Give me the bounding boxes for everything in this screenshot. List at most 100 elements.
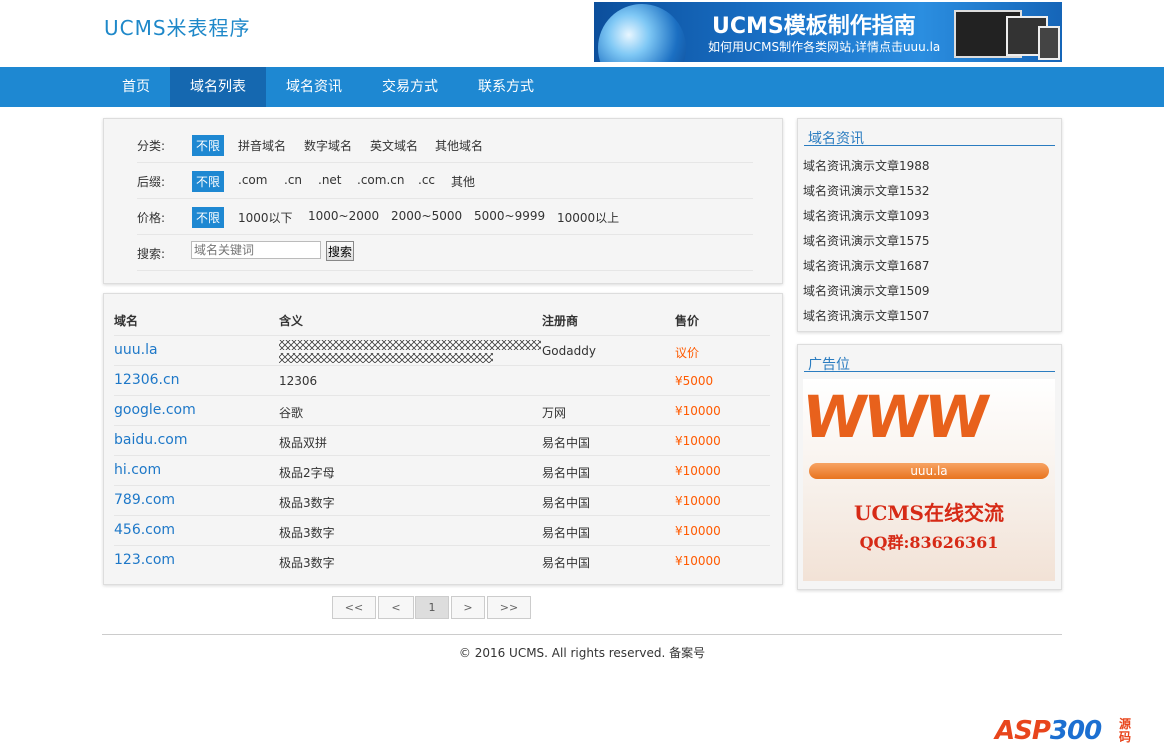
filter-price-label: 价格: (137, 211, 166, 225)
meaning: 极品双拼 (279, 436, 328, 450)
banner-subtitle: 如何用UCMS制作各类网站,详情点击uuu.la (708, 40, 941, 54)
nav-contact[interactable]: 联系方式 (458, 67, 554, 107)
registrar: 易名中国 (542, 556, 591, 570)
filter-category-pinyin[interactable]: 拼音域名 (238, 135, 286, 156)
ad-www: WWW (803, 383, 991, 451)
table-row: hi.com 极品2字母 易名中国 ¥10000 (114, 455, 770, 486)
filter-category-row: 分类: 不限 拼音域名 数字域名 英文域名 其他域名 (137, 127, 753, 163)
filter-category-any[interactable]: 不限 (192, 135, 225, 156)
price: ¥10000 (675, 494, 721, 508)
meaning: 极品3数字 (279, 526, 335, 540)
news-item[interactable]: 域名资讯演示文章1507 (803, 307, 930, 324)
watermark-asp: ASP (995, 716, 1051, 746)
news-item[interactable]: 域名资讯演示文章1532 (803, 182, 930, 199)
table-row: 789.com 极品3数字 易名中国 ¥10000 (114, 485, 770, 516)
ad-url: uuu.la (809, 463, 1049, 479)
nav-trade[interactable]: 交易方式 (362, 67, 458, 107)
filter-search-label: 搜索: (137, 247, 166, 261)
footer: © 2016 UCMS. All rights reserved. 备案号 (458, 646, 706, 660)
domain-link[interactable]: hi.com (114, 462, 161, 478)
pagination: << < 1 > >> (332, 596, 532, 619)
filter-price-1000-2000[interactable]: 1000~2000 (308, 207, 379, 225)
search-button[interactable]: 搜索 (326, 241, 354, 261)
filter-category-number[interactable]: 数字域名 (304, 135, 352, 156)
site-logo[interactable]: UCMS米表程序 (104, 12, 251, 41)
header: UCMS米表程序 UCMS模板制作指南 如何用UCMS制作各类网站,详情点击uu… (0, 0, 1164, 67)
registrar: 万网 (542, 406, 567, 420)
search-input[interactable] (191, 241, 321, 259)
table-row: baidu.com 极品双拼 易名中国 ¥10000 (114, 425, 770, 456)
ad-banner[interactable]: WWW uuu.la UCMS在线交流 QQ群:83626361 (803, 379, 1055, 581)
filter-price-2000-5000[interactable]: 2000~5000 (391, 207, 462, 225)
filter-suffix-cn[interactable]: .cn (284, 171, 302, 189)
header-banner[interactable]: UCMS模板制作指南 如何用UCMS制作各类网站,详情点击uuu.la (594, 2, 1062, 62)
filter-category-other[interactable]: 其他域名 (435, 135, 483, 156)
filter-suffix-row: 后缀: 不限 .com .cn .net .com.cn .cc 其他 (137, 163, 753, 199)
divider (804, 371, 1055, 372)
table-row: 123.com 极品3数字 易名中国 ¥10000 (114, 545, 770, 576)
registrar: 易名中国 (542, 436, 591, 450)
meaning: 12306 (279, 374, 318, 388)
registrar: Godaddy (542, 344, 596, 358)
banner-title: UCMS模板制作指南 (712, 14, 916, 39)
filter-suffix-label: 后缀: (137, 175, 166, 189)
price: ¥10000 (675, 554, 721, 568)
page-last-button[interactable]: >> (487, 596, 531, 619)
phone-icon (1038, 26, 1060, 60)
filter-suffix-comcn[interactable]: .com.cn (357, 171, 404, 189)
meaning: 极品3数字 (279, 496, 335, 510)
domain-link[interactable]: 456.com (114, 522, 175, 538)
registrar: 易名中国 (542, 466, 591, 480)
filter-price-5000-9999[interactable]: 5000~9999 (474, 207, 545, 225)
page-first-button[interactable]: << (332, 596, 376, 619)
domain-link[interactable]: 789.com (114, 492, 175, 508)
garbled-text-icon (279, 340, 541, 363)
col-registrar: 注册商 (542, 314, 579, 328)
filter-category-english[interactable]: 英文域名 (370, 135, 418, 156)
watermark-logo: ASP300 源码 (995, 702, 1160, 748)
price: 议价 (675, 346, 700, 360)
domain-link[interactable]: 12306.cn (114, 372, 180, 388)
filter-search-row: 搜索: 搜索 (137, 235, 753, 271)
news-item[interactable]: 域名资讯演示文章1093 (803, 207, 930, 224)
domain-link[interactable]: google.com (114, 402, 196, 418)
page-1-button[interactable]: 1 (415, 596, 449, 619)
main-nav: 首页 域名列表 域名资讯 交易方式 联系方式 (0, 67, 1164, 107)
table-row: 12306.cn 12306 ¥5000 (114, 365, 770, 396)
news-item[interactable]: 域名资讯演示文章1687 (803, 257, 930, 274)
filter-price-any[interactable]: 不限 (192, 207, 225, 228)
filter-price-over-10000[interactable]: 10000以上 (557, 207, 619, 228)
filter-suffix-any[interactable]: 不限 (192, 171, 225, 192)
news-item[interactable]: 域名资讯演示文章1509 (803, 282, 930, 299)
ad-line2: QQ群:83626361 (859, 533, 999, 552)
globe-icon (598, 4, 686, 62)
filter-price-under-1000[interactable]: 1000以下 (238, 207, 293, 228)
filter-category-label: 分类: (137, 139, 166, 153)
nav-domain-list[interactable]: 域名列表 (170, 67, 266, 107)
domain-link[interactable]: baidu.com (114, 432, 187, 448)
meaning: 极品2字母 (279, 466, 335, 480)
nav-domain-news[interactable]: 域名资讯 (266, 67, 362, 107)
domain-link[interactable]: uuu.la (114, 342, 158, 358)
news-item[interactable]: 域名资讯演示文章1988 (803, 157, 930, 174)
nav-home[interactable]: 首页 (102, 67, 170, 107)
domain-link[interactable]: 123.com (114, 552, 175, 568)
footer-divider (102, 634, 1062, 635)
sidebar-news: 域名资讯 域名资讯演示文章1988 域名资讯演示文章1532 域名资讯演示文章1… (797, 118, 1062, 332)
price: ¥5000 (675, 374, 714, 388)
sidebar-ad: 广告位 WWW uuu.la UCMS在线交流 QQ群:83626361 (797, 344, 1062, 590)
filter-suffix-cc[interactable]: .cc (418, 171, 435, 189)
watermark-brand: ASP300 (995, 716, 1102, 746)
filter-suffix-com[interactable]: .com (238, 171, 267, 189)
divider (804, 145, 1055, 146)
price: ¥10000 (675, 434, 721, 448)
news-item[interactable]: 域名资讯演示文章1575 (803, 232, 930, 249)
filter-suffix-other[interactable]: 其他 (451, 171, 475, 192)
page-next-button[interactable]: > (451, 596, 485, 619)
page-prev-button[interactable]: < (378, 596, 414, 619)
filter-suffix-net[interactable]: .net (318, 171, 342, 189)
price: ¥10000 (675, 404, 721, 418)
meaning: 极品3数字 (279, 556, 335, 570)
ad-line1: UCMS在线交流 (854, 501, 1004, 525)
price: ¥10000 (675, 524, 721, 538)
